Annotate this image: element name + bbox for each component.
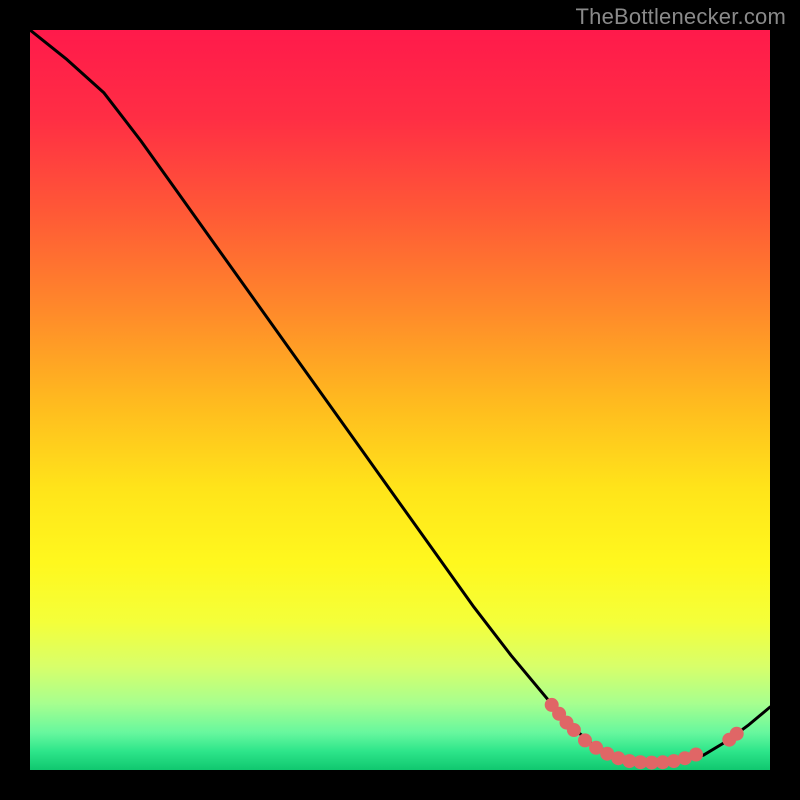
attribution-text: TheBottlenecker.com bbox=[576, 4, 786, 30]
marker-dot bbox=[730, 727, 744, 741]
marker-dots bbox=[545, 698, 744, 770]
curve-layer bbox=[30, 30, 770, 770]
marker-dot bbox=[567, 723, 581, 737]
marker-dot bbox=[689, 748, 703, 762]
main-curve bbox=[30, 30, 770, 763]
chart-frame: TheBottlenecker.com bbox=[0, 0, 800, 800]
plot-area bbox=[30, 30, 770, 770]
